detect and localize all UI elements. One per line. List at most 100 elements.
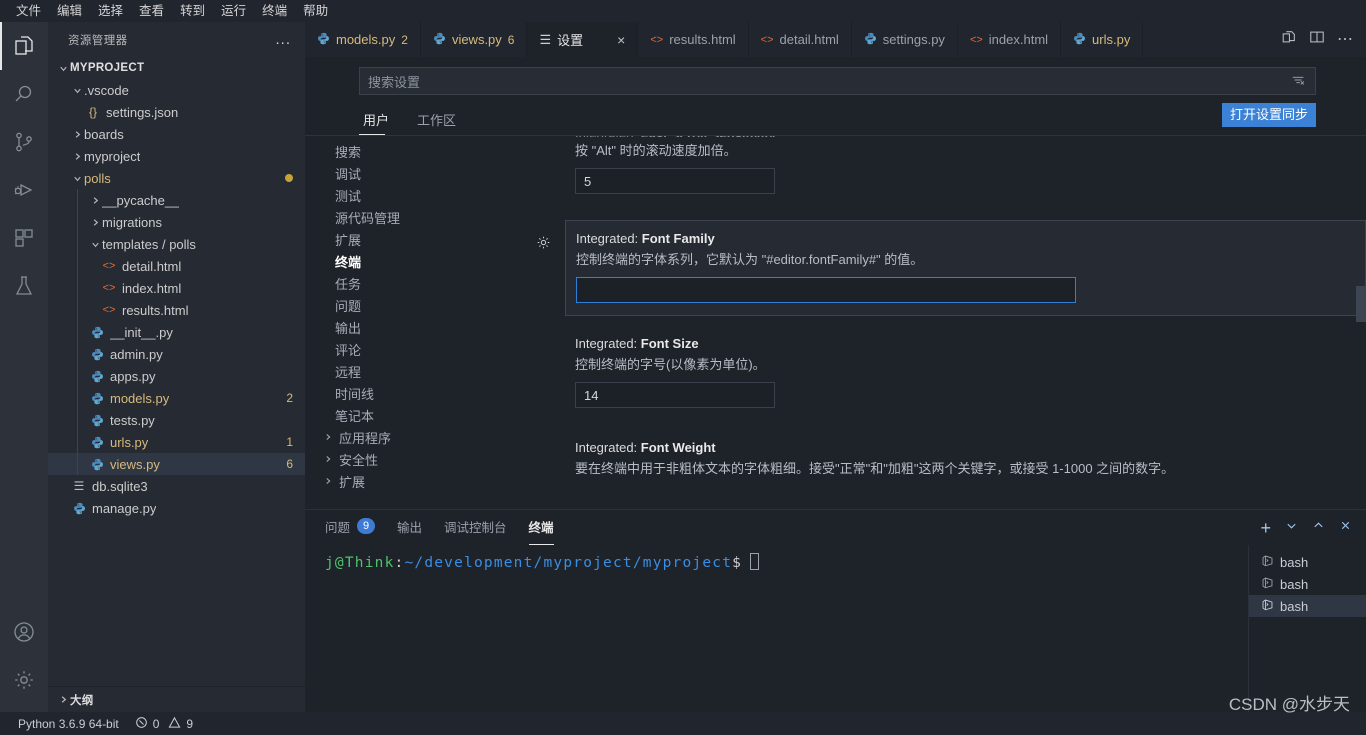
terminal-view[interactable]: j@Think:~/development/myproject/myprojec… bbox=[305, 545, 1248, 712]
fast-scroll-sensitivity-input[interactable]: 5 bbox=[575, 168, 775, 194]
setting-font-family[interactable]: Integrated: Font Family 控制终端的字体系列，它默认为 "… bbox=[537, 220, 1366, 316]
toc-item-scm[interactable]: 源代码管理 bbox=[305, 206, 505, 228]
tree-item-models-py[interactable]: models.py 2 bbox=[48, 387, 305, 409]
tree-item-admin-py[interactable]: admin.py bbox=[48, 343, 305, 365]
close-panel-icon[interactable] bbox=[1339, 519, 1352, 537]
toc-item-output[interactable]: 输出 bbox=[305, 316, 505, 338]
tree-root-myproject[interactable]: MYPROJECT bbox=[48, 57, 305, 79]
tree-item-index-html[interactable]: <> index.html bbox=[48, 277, 305, 299]
toc-item-testing[interactable]: 测试 bbox=[305, 184, 505, 206]
testing-icon[interactable] bbox=[0, 262, 48, 310]
tab-urls-py[interactable]: urls.py bbox=[1061, 22, 1144, 57]
terminal-instance[interactable]: bash bbox=[1249, 551, 1366, 573]
run-debug-icon[interactable] bbox=[0, 166, 48, 214]
close-icon[interactable]: × bbox=[617, 33, 625, 47]
tree-item-settings-json[interactable]: {} settings.json bbox=[48, 101, 305, 123]
tree-item-manage-py[interactable]: manage.py bbox=[48, 497, 305, 519]
tree-item-polls[interactable]: polls bbox=[48, 167, 305, 189]
tree-item-detail-html[interactable]: <> detail.html bbox=[48, 255, 305, 277]
setting-font-weight[interactable]: Integrated: Font Weight 要在终端中用于非粗体文本的字体粗… bbox=[565, 430, 1366, 498]
settings-search-box[interactable]: 搜索设置 bbox=[359, 67, 1316, 95]
tab-workspace-settings[interactable]: 工作区 bbox=[413, 110, 466, 135]
menu-item-selection[interactable]: 选择 bbox=[90, 0, 131, 22]
tab-views-py[interactable]: views.py 6 bbox=[420, 22, 528, 57]
tab-index-html[interactable]: <> index.html bbox=[957, 22, 1062, 57]
settings-scrollbar[interactable] bbox=[1356, 286, 1366, 322]
tree-item-init-py[interactable]: __init__.py bbox=[48, 321, 305, 343]
panel-tab-terminal[interactable]: 终端 bbox=[528, 517, 554, 545]
menu-item-go[interactable]: 转到 bbox=[172, 0, 213, 22]
tab-settings-py[interactable]: settings.py bbox=[851, 22, 958, 57]
status-python-version[interactable]: Python 3.6.9 64-bit bbox=[10, 717, 127, 731]
maximize-panel-icon[interactable] bbox=[1312, 519, 1325, 537]
account-icon[interactable] bbox=[0, 608, 48, 656]
tree-item-urls-py[interactable]: urls.py 1 bbox=[48, 431, 305, 453]
toc-item-comments[interactable]: 评论 bbox=[305, 338, 505, 360]
panel-tab-problems[interactable]: 问题 9 bbox=[325, 517, 376, 539]
toc-item-extensions-sub[interactable]: 扩展 bbox=[305, 228, 505, 250]
font-size-input[interactable]: 14 bbox=[575, 382, 775, 408]
tab-results-html[interactable]: <> results.html bbox=[638, 22, 749, 57]
terminal-dropdown-icon[interactable] bbox=[1285, 519, 1298, 537]
new-terminal-icon[interactable]: + bbox=[1260, 519, 1271, 537]
tree-item-myproject[interactable]: myproject bbox=[48, 145, 305, 167]
tab-models-py[interactable]: models.py 2 bbox=[305, 22, 421, 57]
font-family-input[interactable] bbox=[576, 277, 1076, 303]
sidebar-more-icon[interactable]: ... bbox=[275, 31, 291, 48]
search-input[interactable]: 搜索设置 bbox=[368, 72, 420, 91]
explorer-icon[interactable] bbox=[0, 22, 48, 70]
terminal-instance[interactable]: bash bbox=[1249, 595, 1366, 617]
toc-item-extensions[interactable]: 扩展 bbox=[305, 470, 505, 492]
extensions-icon[interactable] bbox=[0, 214, 48, 262]
menu-item-file[interactable]: 文件 bbox=[8, 0, 49, 22]
status-problems[interactable]: 0 9 bbox=[127, 716, 201, 732]
setting-fast-scroll-sensitivity[interactable]: Integrated: Fast Scroll Sensitivity 按 "A… bbox=[565, 136, 1366, 206]
settings-list[interactable]: Integrated: Fast Scroll Sensitivity 按 "A… bbox=[505, 136, 1366, 509]
panel-tab-output[interactable]: 输出 bbox=[397, 517, 422, 539]
menu-item-run[interactable]: 运行 bbox=[213, 0, 254, 22]
menu-item-help[interactable]: 帮助 bbox=[295, 0, 336, 22]
toc-item-problems[interactable]: 问题 bbox=[305, 294, 505, 316]
more-actions-icon[interactable]: ⋯ bbox=[1337, 31, 1354, 47]
toc-item-search[interactable]: 搜索 bbox=[305, 140, 505, 162]
turn-on-settings-sync-button[interactable]: 打开设置同步 bbox=[1221, 103, 1316, 127]
toc-item-timeline[interactable]: 时间线 bbox=[305, 382, 505, 404]
toc-item-terminal[interactable]: 终端 bbox=[305, 250, 505, 272]
clear-filter-icon[interactable] bbox=[1291, 73, 1307, 90]
setting-font-size[interactable]: Integrated: Font Size 控制终端的字号(以像素为单位)。 1… bbox=[565, 326, 1366, 420]
toc-item-application[interactable]: 应用程序 bbox=[305, 426, 505, 448]
file-tree[interactable]: MYPROJECT .vscode {} settings.json board… bbox=[48, 57, 305, 686]
toc-item-security[interactable]: 安全性 bbox=[305, 448, 505, 470]
gear-icon[interactable] bbox=[536, 235, 551, 255]
layout-icon[interactable] bbox=[1309, 29, 1325, 50]
panel-tab-debug-console[interactable]: 调试控制台 bbox=[444, 517, 507, 539]
menu-item-view[interactable]: 查看 bbox=[131, 0, 172, 22]
sidebar-section-outline[interactable]: 大纲 bbox=[48, 686, 305, 712]
toc-item-tasks[interactable]: 任务 bbox=[305, 272, 505, 294]
manage-gear-icon[interactable] bbox=[0, 656, 48, 704]
tree-item-vscode[interactable]: .vscode bbox=[48, 79, 305, 101]
terminal-instance[interactable]: bash bbox=[1249, 573, 1366, 595]
search-icon[interactable] bbox=[0, 70, 48, 118]
tab-user-settings[interactable]: 用户 bbox=[359, 110, 399, 135]
tree-item-tests-py[interactable]: tests.py bbox=[48, 409, 305, 431]
split-editor-icon[interactable] bbox=[1281, 29, 1297, 50]
tree-item-templates-polls[interactable]: templates / polls bbox=[48, 233, 305, 255]
tree-item-results-html[interactable]: <> results.html bbox=[48, 299, 305, 321]
toc-item-notebook[interactable]: 笔记本 bbox=[305, 404, 505, 426]
tree-item-db-sqlite3[interactable]: ☰ db.sqlite3 bbox=[48, 475, 305, 497]
menu-item-terminal[interactable]: 终端 bbox=[254, 0, 295, 22]
tree-item-apps-py[interactable]: apps.py bbox=[48, 365, 305, 387]
tree-item-boards[interactable]: boards bbox=[48, 123, 305, 145]
tab-settings[interactable]: ☰ 设置 × bbox=[527, 22, 639, 57]
tree-item-views-py[interactable]: views.py 6 bbox=[48, 453, 305, 475]
terminal-instance-list[interactable]: bash bash bash bbox=[1248, 545, 1366, 712]
toc-item-remote[interactable]: 远程 bbox=[305, 360, 505, 382]
source-control-icon[interactable] bbox=[0, 118, 48, 166]
tab-detail-html[interactable]: <> detail.html bbox=[748, 22, 852, 57]
tree-item-migrations[interactable]: migrations bbox=[48, 211, 305, 233]
tree-item-pycache[interactable]: __pycache__ bbox=[48, 189, 305, 211]
settings-toc[interactable]: 搜索 调试 测试 源代码管理 扩展 终端 任务 问题 输出 评论 远程 时间线 … bbox=[305, 136, 505, 509]
menu-item-edit[interactable]: 编辑 bbox=[49, 0, 90, 22]
toc-item-debug[interactable]: 调试 bbox=[305, 162, 505, 184]
